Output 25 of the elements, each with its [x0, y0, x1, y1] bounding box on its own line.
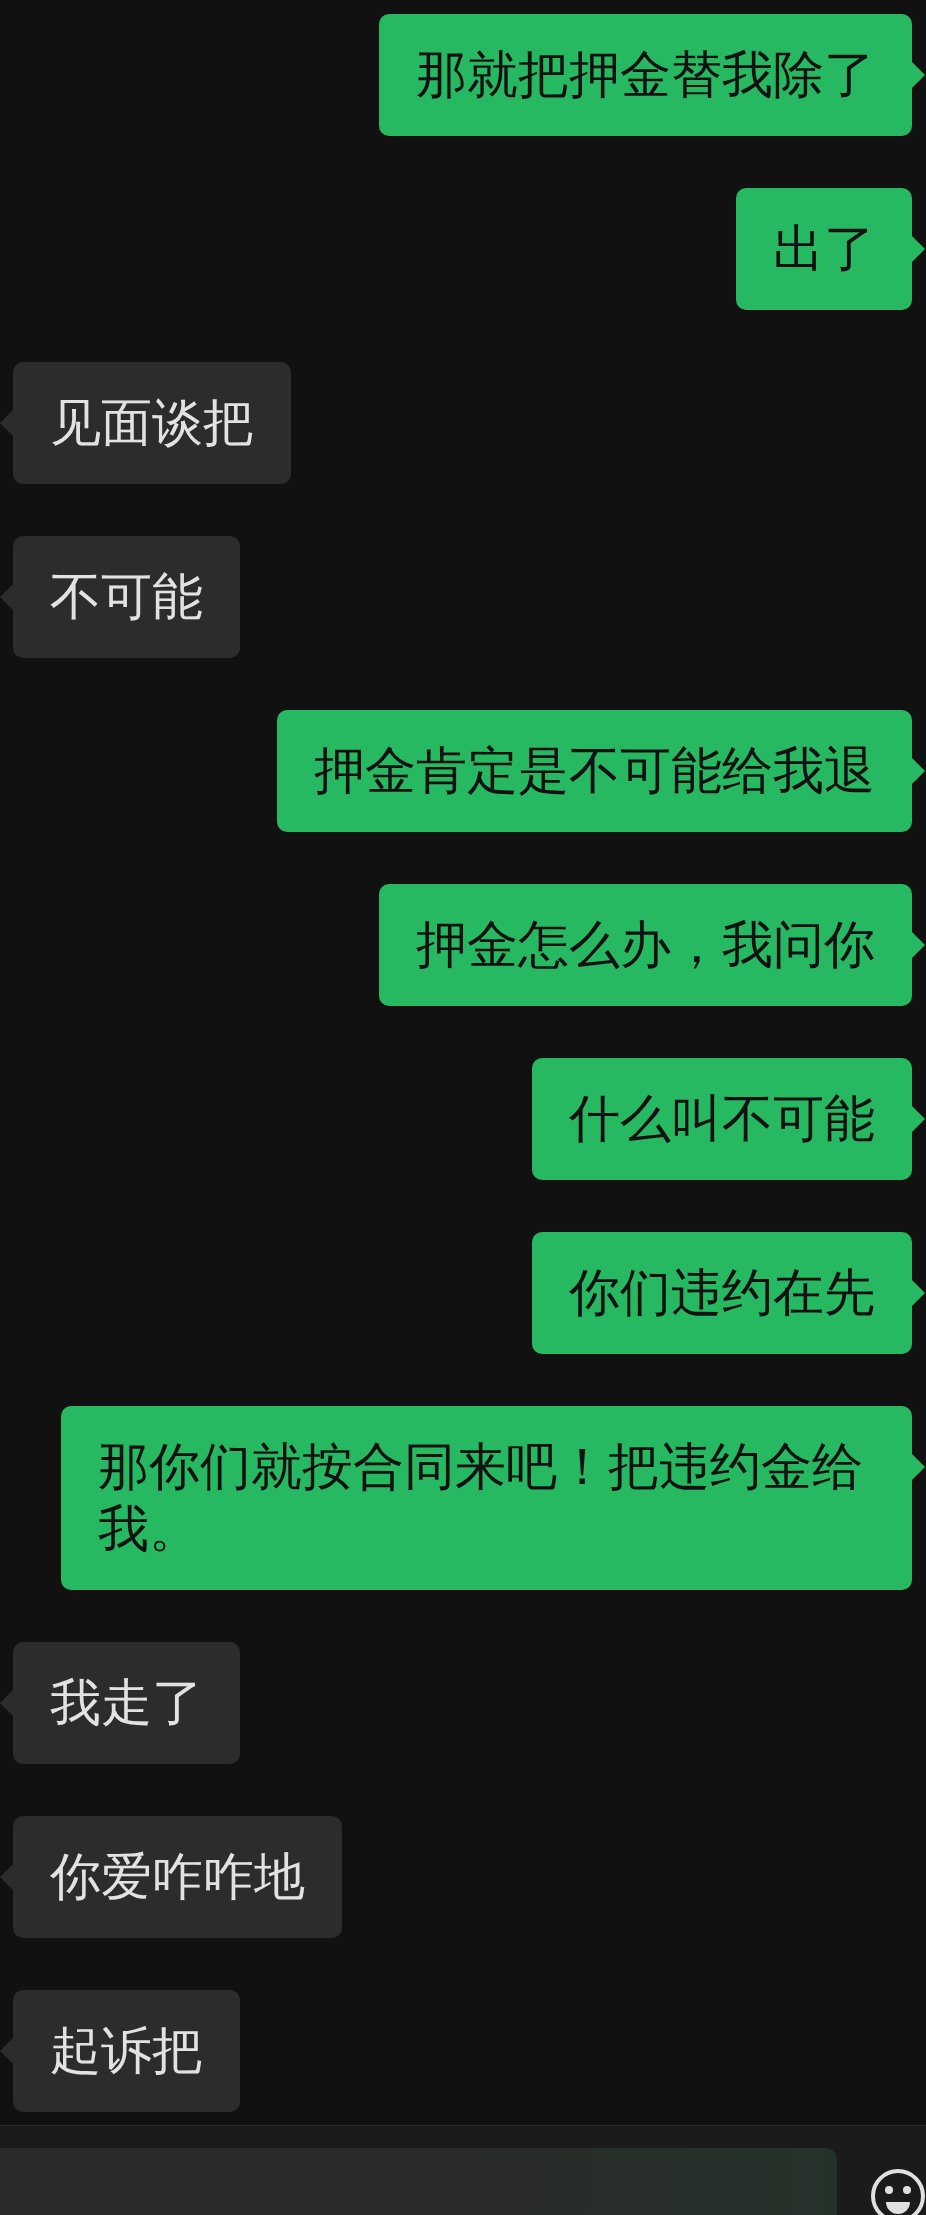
bubble-tail: [912, 236, 925, 262]
bubble-tail: [0, 584, 13, 610]
message-bubble: 那你们就按合同来吧！把违约金给我。: [61, 1406, 912, 1590]
message-bubble: 你们违约在先: [532, 1232, 912, 1354]
message-bubble: 出了: [736, 188, 912, 310]
message-bubble: 不可能: [13, 536, 240, 658]
bubble-tail: [912, 62, 925, 88]
bubble-tail: [912, 1280, 925, 1306]
bubble-tail: [0, 1690, 13, 1716]
bubble-tail: [912, 932, 925, 958]
message-bubble: 起诉把: [13, 1990, 240, 2112]
bubble-tail: [0, 1864, 13, 1890]
emoji-icon[interactable]: [870, 2168, 926, 2215]
bubble-tail: [912, 1454, 925, 1480]
message-bubble: 押金肯定是不可能给我退: [277, 710, 912, 832]
bubble-tail: [912, 758, 925, 784]
message-bubble: 押金怎么办，我问你: [379, 884, 912, 1006]
message-bubble: 我走了: [13, 1642, 240, 1764]
bubble-tail: [0, 410, 13, 436]
message-bubble: 见面谈把: [13, 362, 291, 484]
message-bubble: 什么叫不可能: [532, 1058, 912, 1180]
message-bubble: 你爱咋咋地: [13, 1816, 342, 1938]
message-bubble: 那就把押金替我除了: [379, 14, 912, 136]
bubble-tail: [912, 1106, 925, 1132]
bubble-tail: [0, 2038, 13, 2064]
